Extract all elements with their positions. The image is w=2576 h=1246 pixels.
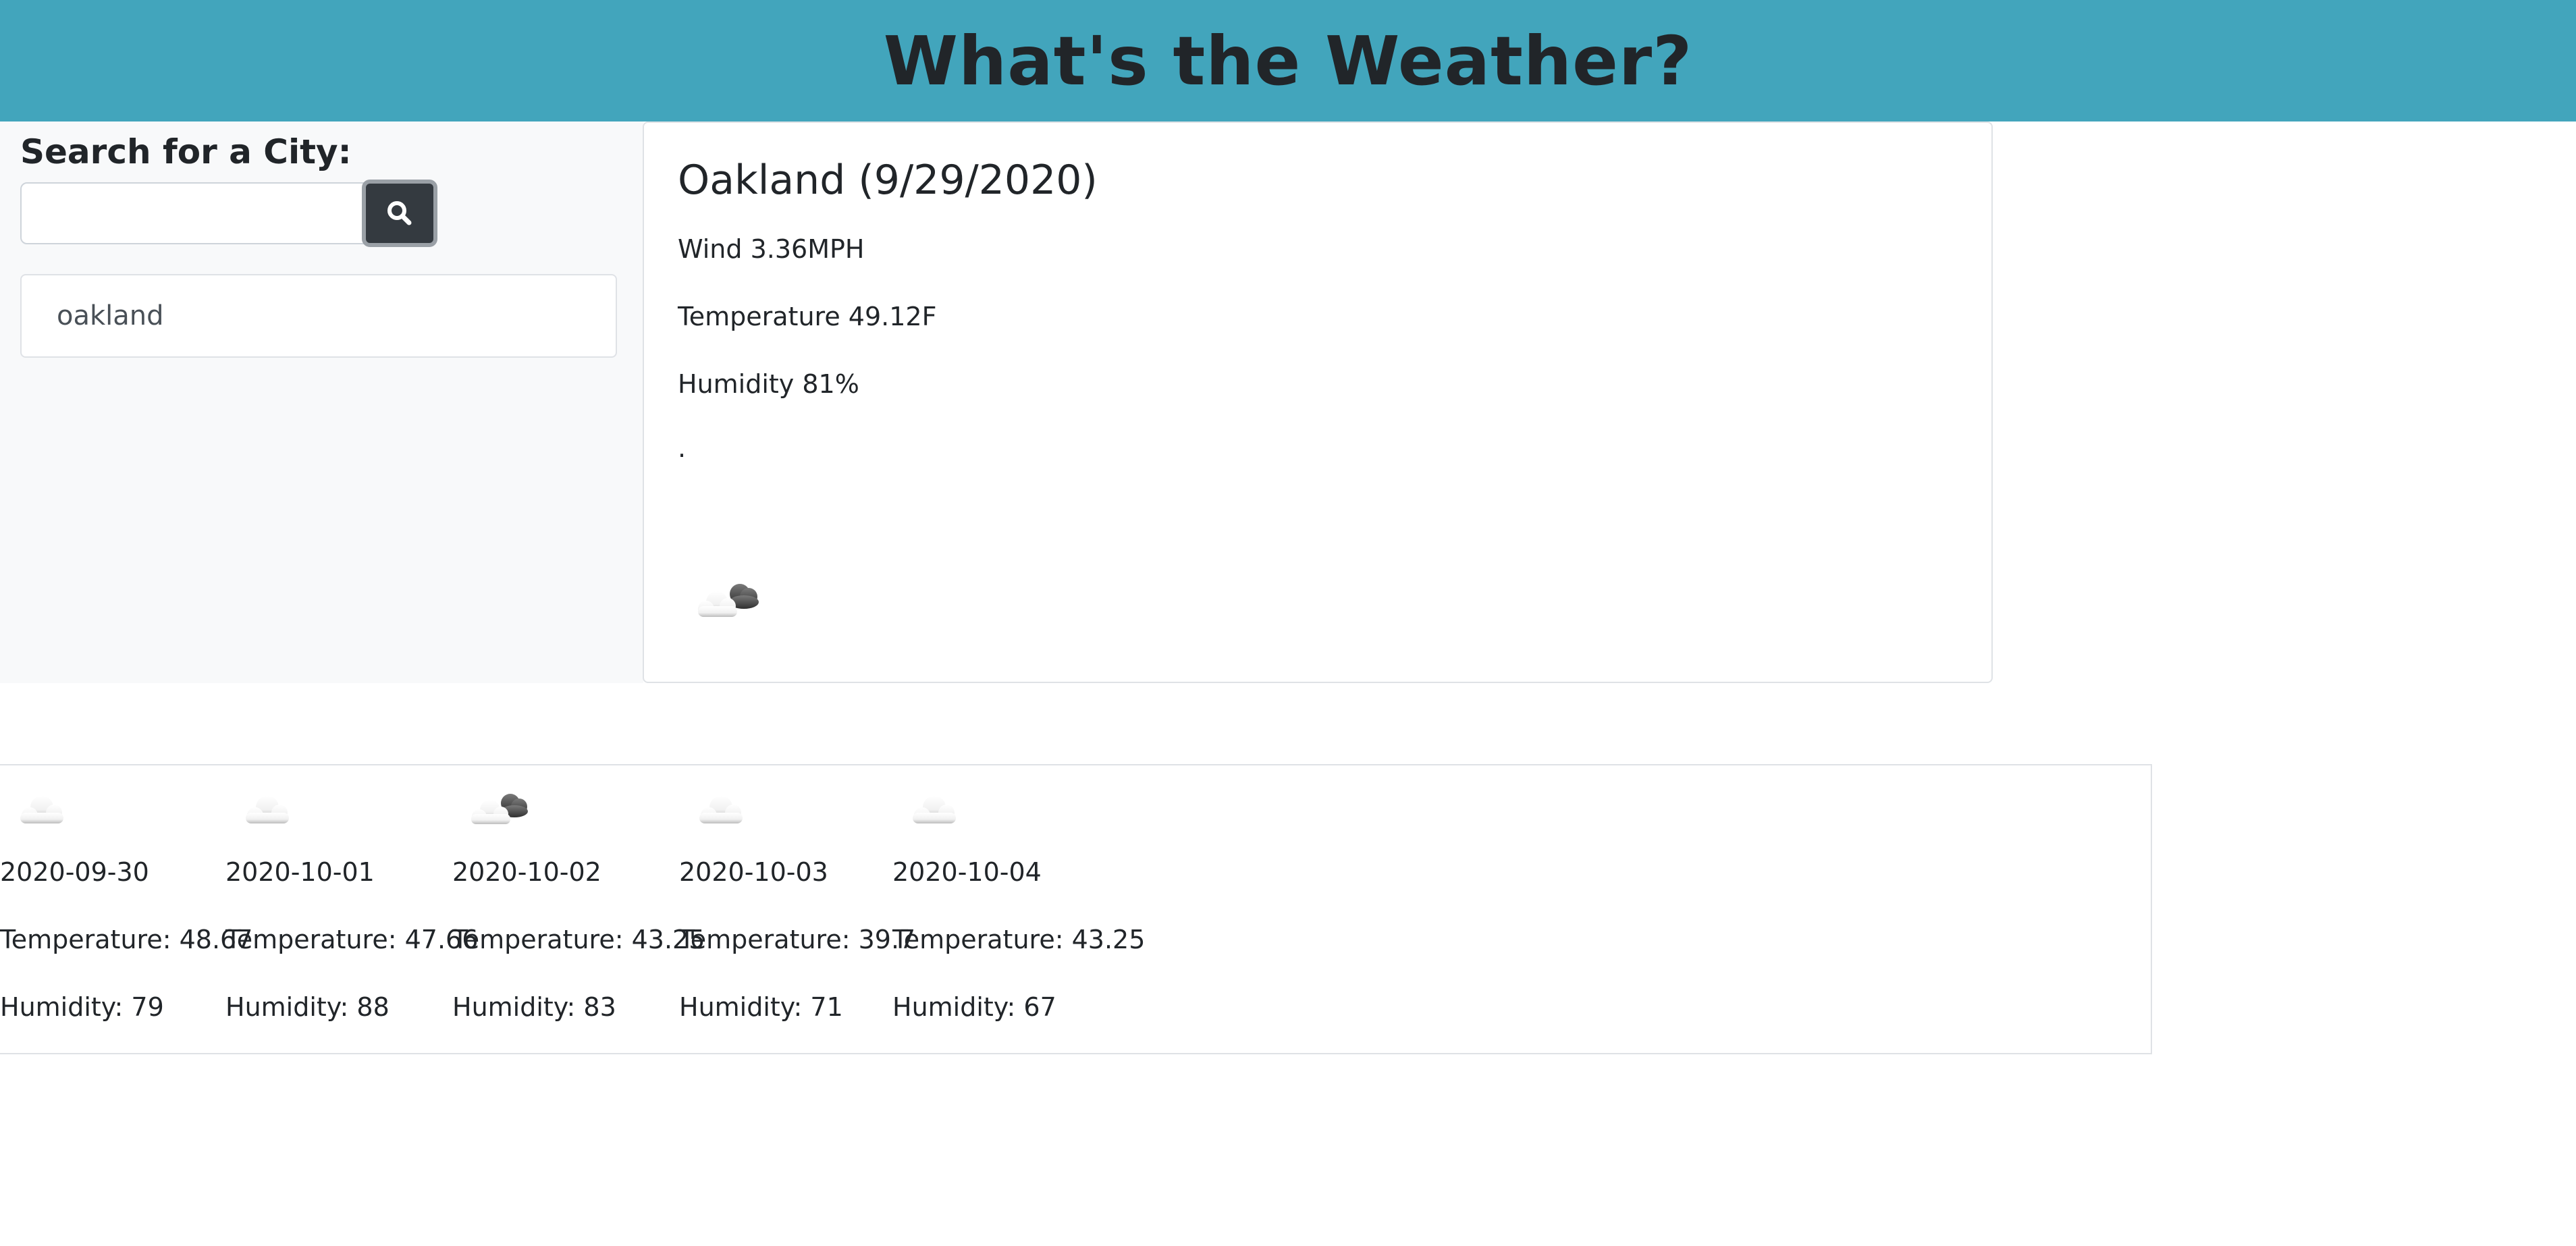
forecast-date: 2020-10-01 <box>225 857 375 887</box>
forecast-date: 2020-10-04 <box>892 857 1042 887</box>
search-sidebar: Search for a City: oakland <box>0 121 643 683</box>
city-search-input[interactable] <box>20 182 365 244</box>
forecast-temperature: Temperature: 43.25 <box>452 925 705 954</box>
search-label: Search for a City: <box>20 132 352 171</box>
search-history-list: oakland <box>20 274 617 358</box>
current-city-title: Oakland (9/29/2020) <box>678 157 1098 204</box>
current-uv-index: . <box>678 433 687 463</box>
search-icon <box>387 201 412 225</box>
forecast-humidity: Humidity: 88 <box>225 992 390 1022</box>
current-humidity: Humidity 81% <box>678 369 859 399</box>
forecast-humidity: Humidity: 79 <box>0 992 164 1022</box>
cloud-icon <box>246 796 289 823</box>
forecast-humidity: Humidity: 67 <box>892 992 1056 1022</box>
history-item-oakland[interactable]: oakland <box>57 300 164 331</box>
broken-clouds-icon <box>698 584 759 617</box>
current-temperature: Temperature 49.12F <box>678 302 937 331</box>
search-button[interactable] <box>362 180 437 247</box>
app-header: What's the Weather? <box>0 0 2576 121</box>
forecast-date: 2020-10-03 <box>679 857 828 887</box>
cloud-icon <box>913 796 956 823</box>
forecast-date: 2020-09-30 <box>0 857 149 887</box>
current-weather-card: Oakland (9/29/2020) Wind 3.36MPH Tempera… <box>643 121 1993 683</box>
forecast-temperature: Temperature: 47.66 <box>225 925 479 954</box>
forecast-date: 2020-10-02 <box>452 857 601 887</box>
forecast-temperature: Temperature: 48.67 <box>0 925 253 954</box>
cloud-icon <box>699 796 743 823</box>
broken-clouds-icon <box>471 794 528 824</box>
forecast-row: 2020-09-30 Temperature: 48.67 Humidity: … <box>0 764 2152 1054</box>
forecast-temperature: Temperature: 39.7 <box>679 925 916 954</box>
forecast-humidity: Humidity: 83 <box>452 992 616 1022</box>
cloud-icon <box>20 796 63 823</box>
current-wind: Wind 3.36MPH <box>678 234 865 264</box>
forecast-humidity: Humidity: 71 <box>679 992 843 1022</box>
page-title: What's the Weather? <box>883 21 1693 101</box>
forecast-temperature: Temperature: 43.25 <box>892 925 1146 954</box>
